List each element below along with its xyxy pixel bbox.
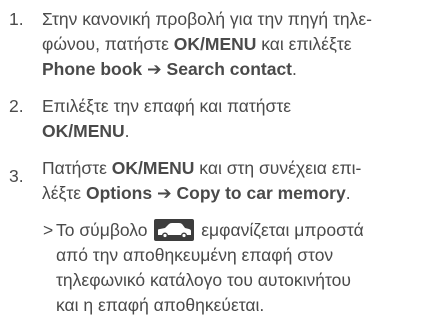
step-text-line: Επιλέξτε την επαφή και πατήστε xyxy=(42,96,292,116)
step-2: 2. Επιλέξτε την επαφή και πατήστε OK/MEN… xyxy=(0,94,445,144)
step-text-line: Πατήστε OK/MENU και στη συνέχεια επι- xyxy=(42,158,362,178)
result-text-line: από την αποθηκευμένη επαφή στον xyxy=(56,245,334,265)
step-text-line: Στην κανονική προβολή για την πηγή τηλε- xyxy=(42,9,372,29)
result-text-line: τηλεφωνικό κατάλογο του αυτοκινήτου xyxy=(56,270,351,290)
button-name: OK/MENU xyxy=(173,34,257,54)
result-marker: > xyxy=(43,220,54,240)
step-text-line: φώνου, πατήστε OK/MENU και επιλέξτε xyxy=(42,34,352,54)
menu-path: Copy to car memory xyxy=(171,183,346,203)
arrow-icon: ➔ xyxy=(156,183,172,203)
menu-path: Search contact xyxy=(161,59,293,79)
menu-path: Phone book xyxy=(42,59,143,79)
result-text-line: και η επαφή αποθηκεύεται. xyxy=(56,295,265,315)
step-3-result: > Το σύμβολο εμφανίζεται μπροστά από την… xyxy=(0,218,445,318)
step-text-line: λέξτε Options ➔ Copy to car memory. xyxy=(42,183,351,203)
step-text-line: OK/MENU. xyxy=(42,121,130,141)
button-name: OK/MENU xyxy=(111,158,195,178)
step-text-line: Phone book ➔ Search contact. xyxy=(42,59,297,79)
step-3: 3. Πατήστε OK/MENU και στη συνέχεια επι-… xyxy=(0,156,445,206)
menu-path: Options xyxy=(85,183,153,203)
step-number: 1. xyxy=(9,9,24,29)
instruction-steps: 1. Στην κανονική προβολή για την πηγή τη… xyxy=(0,0,445,318)
step-number: 3. xyxy=(9,166,24,186)
car-icon xyxy=(154,218,195,241)
button-name: OK/MENU xyxy=(42,121,125,141)
result-text-line: Το σύμβολο εμφανίζεται μπροστά xyxy=(56,218,364,241)
step-1: 1. Στην κανονική προβολή για την πηγή τη… xyxy=(0,0,445,82)
arrow-icon: ➔ xyxy=(147,59,162,79)
step-number: 2. xyxy=(9,96,24,116)
